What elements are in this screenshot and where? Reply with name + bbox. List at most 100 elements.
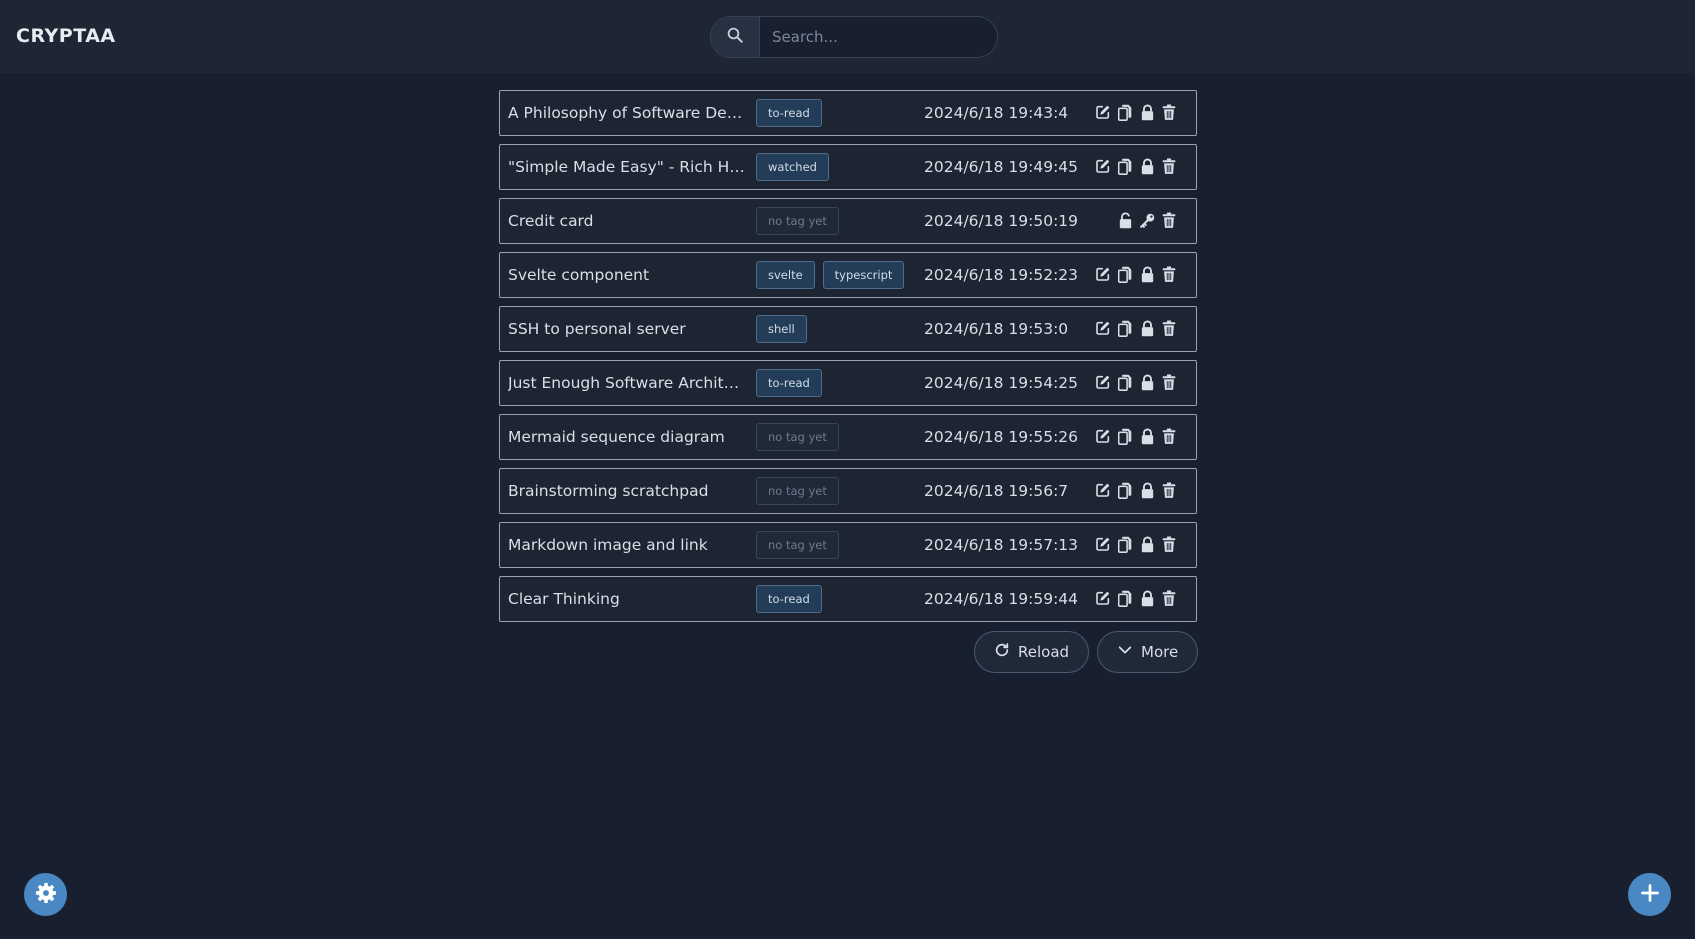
item-title[interactable]: Brainstorming scratchpad xyxy=(508,482,748,500)
list-item[interactable]: Brainstorming scratchpad no tag yet 2024/6… xyxy=(499,468,1197,514)
item-tags: no tag yet xyxy=(756,423,839,451)
item-actions xyxy=(1095,481,1177,499)
item-title[interactable]: Markdown image and link xyxy=(508,536,748,554)
list-item[interactable]: SSH to personal server shell 2024/6/18 19:… xyxy=(499,306,1197,352)
item-title[interactable]: Just Enough Software Architect… xyxy=(508,374,748,392)
list-item[interactable]: "Simple Made Easy" - Rich Hickey watched 2… xyxy=(499,144,1197,190)
edit-icon xyxy=(1095,536,1111,552)
copy-button[interactable] xyxy=(1117,589,1133,607)
tag-badge[interactable]: svelte xyxy=(756,261,815,289)
delete-button[interactable] xyxy=(1161,157,1177,175)
delete-button[interactable] xyxy=(1161,265,1177,283)
edit-button[interactable] xyxy=(1095,103,1111,121)
item-title[interactable]: "Simple Made Easy" - Rich Hickey xyxy=(508,158,748,176)
edit-button[interactable] xyxy=(1095,319,1111,337)
item-actions xyxy=(1117,211,1177,229)
add-entry-button[interactable] xyxy=(1628,873,1671,916)
list-item[interactable]: Svelte component svelte typescript 2024/6/1… xyxy=(499,252,1197,298)
item-actions xyxy=(1095,535,1177,553)
item-tags: shell xyxy=(756,315,807,343)
more-button[interactable]: More xyxy=(1097,631,1199,673)
list-item[interactable]: Just Enough Software Architect… to-read 20… xyxy=(499,360,1197,406)
copy-button[interactable] xyxy=(1117,535,1133,553)
lock-icon xyxy=(1140,374,1155,391)
delete-button[interactable] xyxy=(1161,373,1177,391)
lock-button[interactable] xyxy=(1139,319,1155,337)
item-tags: to-read xyxy=(756,99,822,127)
copy-button[interactable] xyxy=(1117,373,1133,391)
copy-button[interactable] xyxy=(1117,157,1133,175)
delete-button[interactable] xyxy=(1161,481,1177,499)
copy-button[interactable] xyxy=(1117,265,1133,283)
trash-icon xyxy=(1162,427,1176,445)
edit-button[interactable] xyxy=(1095,481,1111,499)
empty-tag-badge: no tag yet xyxy=(756,423,839,451)
edit-icon xyxy=(1095,104,1111,120)
delete-button[interactable] xyxy=(1161,589,1177,607)
search-button[interactable] xyxy=(711,17,760,57)
copy-icon xyxy=(1118,428,1132,445)
copy-button[interactable] xyxy=(1117,427,1133,445)
item-title[interactable]: Mermaid sequence diagram xyxy=(508,428,748,446)
edit-icon xyxy=(1095,374,1111,390)
lock-button[interactable] xyxy=(1139,103,1155,121)
delete-button[interactable] xyxy=(1161,103,1177,121)
item-title[interactable]: SSH to personal server xyxy=(508,320,748,338)
edit-button[interactable] xyxy=(1095,589,1111,607)
tag-badge[interactable]: shell xyxy=(756,315,807,343)
list-item[interactable]: Markdown image and link no tag yet 2024/6/… xyxy=(499,522,1197,568)
trash-icon xyxy=(1162,157,1176,175)
edit-icon xyxy=(1095,482,1111,498)
tag-badge[interactable]: watched xyxy=(756,153,829,181)
delete-button[interactable] xyxy=(1161,319,1177,337)
item-title[interactable]: Credit card xyxy=(508,212,748,230)
search-box xyxy=(710,16,998,58)
list-item[interactable]: Clear Thinking to-read 2024/6/18 19:59:44 xyxy=(499,576,1197,622)
item-actions xyxy=(1095,157,1177,175)
edit-button[interactable] xyxy=(1095,373,1111,391)
delete-button[interactable] xyxy=(1161,427,1177,445)
tag-badge[interactable]: to-read xyxy=(756,585,822,613)
copy-button[interactable] xyxy=(1117,481,1133,499)
lock-icon xyxy=(1140,428,1155,445)
decrypt-button[interactable] xyxy=(1139,211,1155,229)
lock-button[interactable] xyxy=(1139,589,1155,607)
search-input[interactable] xyxy=(760,17,997,57)
reload-icon xyxy=(994,642,1010,662)
item-tags: no tag yet xyxy=(756,531,839,559)
app-title[interactable]: CRYPTAA xyxy=(16,25,116,47)
delete-button[interactable] xyxy=(1161,535,1177,553)
lock-button[interactable] xyxy=(1139,481,1155,499)
lock-button[interactable] xyxy=(1139,427,1155,445)
item-title[interactable]: A Philosophy of Software Design xyxy=(508,104,748,122)
unlock-button[interactable] xyxy=(1117,211,1133,229)
list-item[interactable]: A Philosophy of Software Design to-read 20… xyxy=(499,90,1197,136)
tag-badge[interactable]: to-read xyxy=(756,369,822,397)
item-title[interactable]: Clear Thinking xyxy=(508,590,748,608)
copy-button[interactable] xyxy=(1117,103,1133,121)
item-actions xyxy=(1095,373,1177,391)
item-date: 2024/6/18 19:52:23 xyxy=(924,266,1079,284)
settings-button[interactable] xyxy=(24,873,67,916)
delete-button[interactable] xyxy=(1161,211,1177,229)
lock-button[interactable] xyxy=(1139,265,1155,283)
edit-button[interactable] xyxy=(1095,427,1111,445)
item-date: 2024/6/18 19:57:13 xyxy=(924,536,1079,554)
lock-button[interactable] xyxy=(1139,535,1155,553)
item-date: 2024/6/18 19:53:0 xyxy=(924,320,1069,338)
edit-button[interactable] xyxy=(1095,535,1111,553)
item-tags: no tag yet xyxy=(756,207,839,235)
lock-button[interactable] xyxy=(1139,373,1155,391)
trash-icon xyxy=(1162,481,1176,499)
copy-button[interactable] xyxy=(1117,319,1133,337)
edit-button[interactable] xyxy=(1095,265,1111,283)
item-title[interactable]: Svelte component xyxy=(508,266,748,284)
edit-button[interactable] xyxy=(1095,157,1111,175)
tag-badge[interactable]: to-read xyxy=(756,99,822,127)
lock-button[interactable] xyxy=(1139,157,1155,175)
list-item[interactable]: Mermaid sequence diagram no tag yet 2024/6… xyxy=(499,414,1197,460)
reload-button[interactable]: Reload xyxy=(974,631,1090,673)
tag-badge[interactable]: typescript xyxy=(822,261,905,289)
lock-icon xyxy=(1140,590,1155,607)
list-item[interactable]: Credit card no tag yet 2024/6/18 19:50:19 xyxy=(499,198,1197,244)
